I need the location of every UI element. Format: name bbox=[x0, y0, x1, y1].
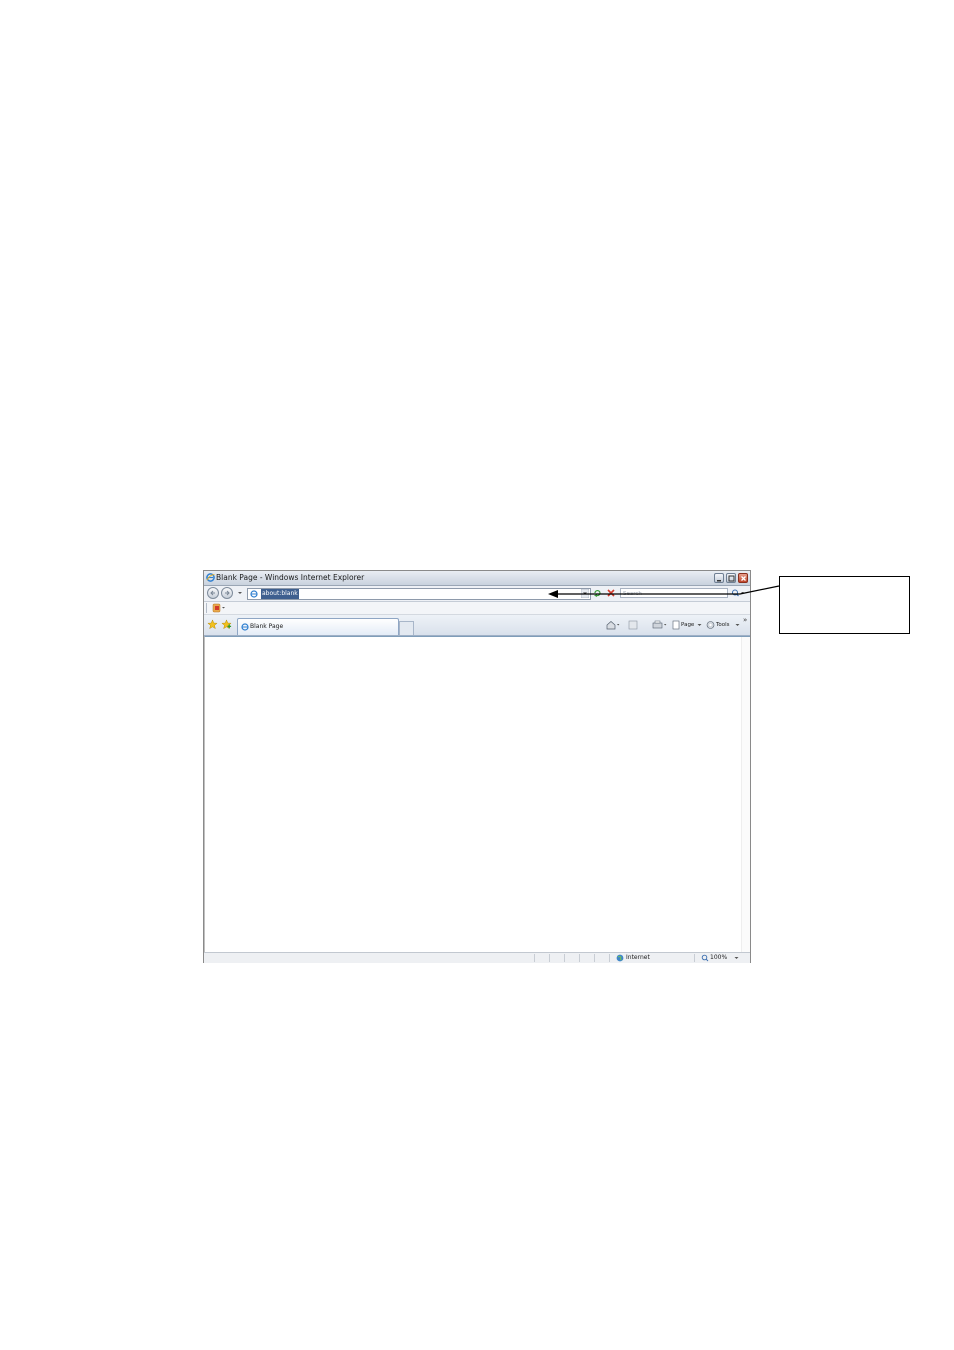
status-divider bbox=[609, 954, 610, 962]
page-content[interactable] bbox=[204, 636, 750, 953]
status-divider bbox=[694, 954, 695, 962]
feed-icon[interactable] bbox=[212, 603, 226, 613]
status-divider bbox=[579, 954, 580, 962]
status-divider bbox=[594, 954, 595, 962]
back-arrow-icon bbox=[210, 590, 215, 596]
vertical-scrollbar[interactable] bbox=[741, 637, 750, 953]
tools-menu-label: Tools bbox=[716, 622, 730, 628]
page-menu-label: Page bbox=[681, 622, 695, 628]
tools-menu-button[interactable]: Tools bbox=[706, 620, 740, 630]
page-icon bbox=[250, 590, 258, 598]
forward-button[interactable] bbox=[221, 587, 233, 599]
page-menu-icon bbox=[672, 620, 680, 630]
security-zone-label[interactable]: Internet bbox=[626, 953, 650, 963]
rss-icon[interactable] bbox=[628, 620, 638, 630]
status-divider bbox=[549, 954, 550, 962]
favorites-star-icon[interactable] bbox=[207, 619, 218, 630]
back-button[interactable] bbox=[207, 587, 219, 599]
address-input[interactable]: about:blank bbox=[261, 589, 299, 599]
new-tab-button[interactable] bbox=[399, 621, 414, 635]
chevron-down-icon bbox=[697, 624, 702, 626]
toolbar-overflow[interactable]: » bbox=[743, 616, 747, 624]
callout-box bbox=[779, 576, 910, 634]
tab-blank-page[interactable]: Blank Page bbox=[237, 618, 399, 635]
ie-logo-icon bbox=[206, 573, 215, 582]
tab-label: Blank Page bbox=[250, 623, 284, 630]
chevron-down-icon bbox=[735, 624, 740, 626]
toolbar-grip[interactable] bbox=[206, 603, 207, 613]
add-favorites-icon[interactable] bbox=[221, 619, 232, 630]
home-icon[interactable] bbox=[606, 620, 620, 630]
print-icon[interactable] bbox=[652, 620, 668, 630]
globe-icon bbox=[616, 954, 624, 962]
window-title: Blank Page - Windows Internet Explorer bbox=[216, 573, 365, 582]
tools-gear-icon bbox=[706, 621, 715, 629]
tab-bar: Blank Page Page Tools » bbox=[204, 615, 750, 636]
forward-arrow-icon bbox=[225, 590, 230, 596]
zoom-icon bbox=[701, 954, 709, 962]
page-icon bbox=[241, 623, 249, 631]
zoom-level[interactable]: 100% bbox=[710, 953, 727, 963]
page-menu-button[interactable]: Page bbox=[672, 620, 702, 630]
status-bar: Internet 100% bbox=[204, 952, 750, 963]
browser-window: Blank Page - Windows Internet Explorer a… bbox=[203, 570, 751, 963]
callout-arrow bbox=[548, 585, 780, 598]
status-divider bbox=[534, 954, 535, 962]
status-divider bbox=[564, 954, 565, 962]
chevron-down-icon[interactable] bbox=[237, 590, 243, 596]
chevron-down-icon[interactable] bbox=[734, 956, 739, 960]
